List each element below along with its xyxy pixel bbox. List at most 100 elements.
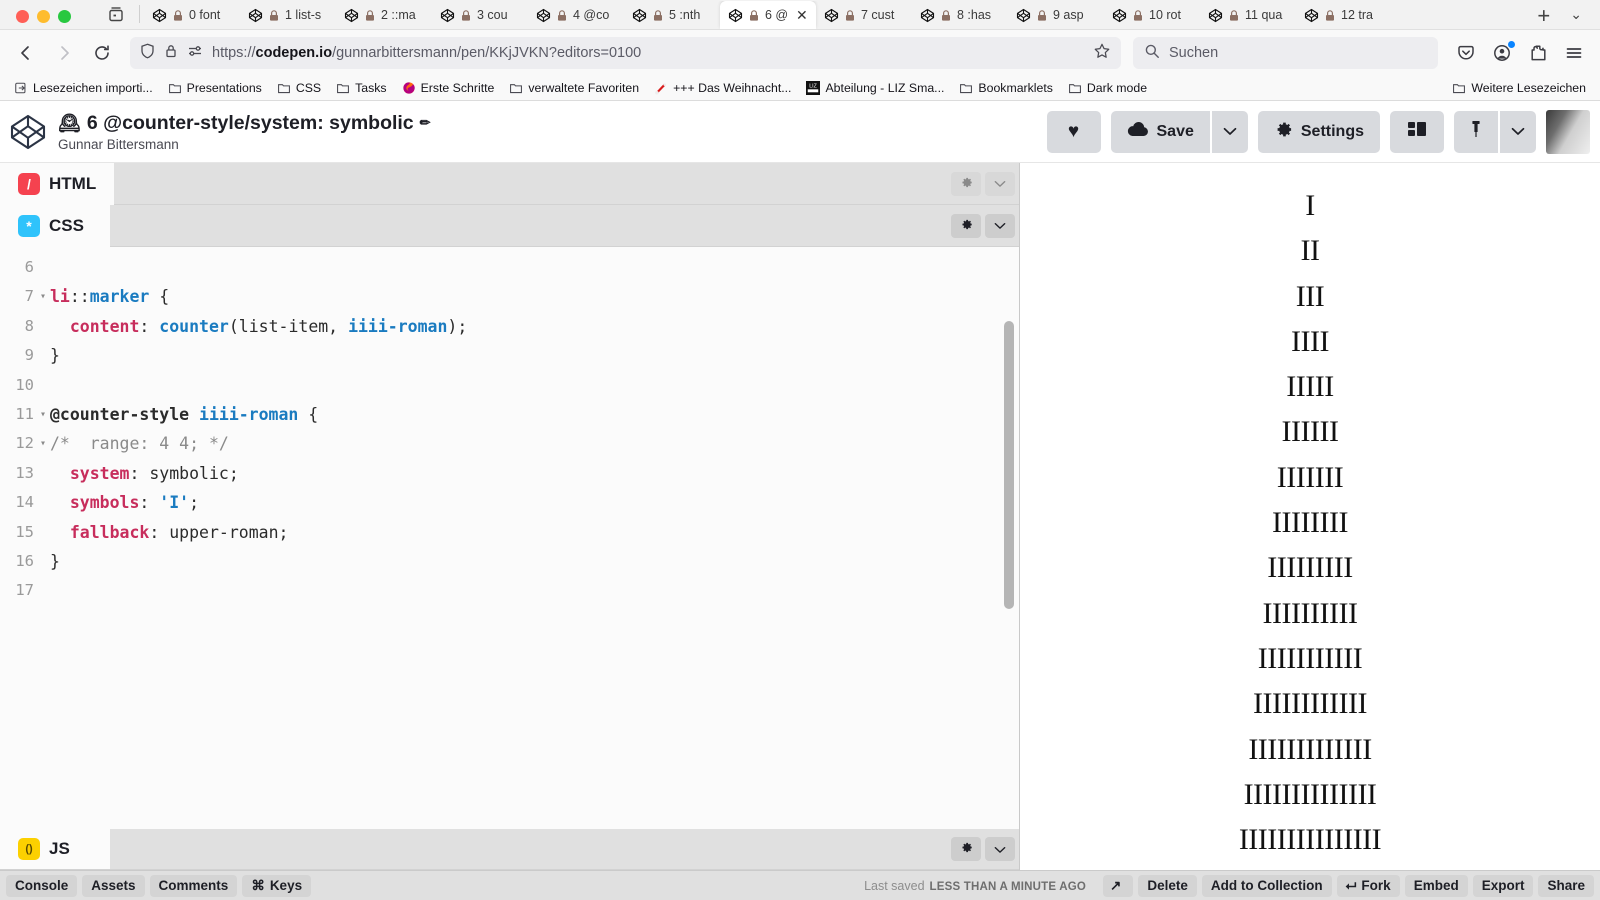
code-line[interactable]: 10 [0, 371, 1019, 400]
footer-embed-button[interactable]: Embed [1404, 874, 1468, 897]
browser-tab-2[interactable]: 2 ::ma [336, 1, 432, 29]
code-line[interactable]: 17 [0, 576, 1019, 605]
close-window-button[interactable] [16, 10, 29, 23]
tab-overflow-button[interactable]: ⌄ [1560, 6, 1596, 29]
close-icon[interactable]: ✕ [796, 8, 808, 22]
code-line[interactable]: 15 fallback: upper-roman; [0, 518, 1019, 547]
browser-tab-12[interactable]: 12 tra [1296, 1, 1392, 29]
page-title[interactable]: 🕰 6 @counter-style/system: symbolic ✏ [58, 112, 1047, 135]
pen-author[interactable]: Gunnar Bittersmann [58, 137, 1047, 152]
footer-delete-button[interactable]: Delete [1138, 874, 1197, 897]
code-line[interactable]: 14 symbols: 'I'; [0, 488, 1019, 517]
tab-js[interactable]: () JS [0, 829, 110, 869]
back-arrow-icon[interactable] [10, 37, 42, 69]
browser-tab-7[interactable]: 7 cust [816, 1, 912, 29]
bookmark-item-1[interactable]: Presentations [162, 79, 268, 97]
code-text[interactable] [50, 253, 1019, 282]
code-line[interactable]: 16} [0, 547, 1019, 576]
avatar[interactable] [1546, 109, 1590, 154]
bookmarks-overflow-button[interactable]: Weitere Lesezeichen [1446, 79, 1592, 97]
code-line[interactable]: 13 system: symbolic; [0, 459, 1019, 488]
editor-vertical-scrollbar[interactable] [1004, 321, 1014, 609]
bookmark-item-8[interactable]: Bookmarklets [953, 79, 1059, 97]
browser-tab-8[interactable]: 8 :has [912, 1, 1008, 29]
tab-css[interactable]: * CSS [0, 204, 110, 247]
code-text[interactable] [50, 576, 1019, 605]
css-code-lines[interactable]: 6 7 ▾ li::marker {8 content: counter(list-i… [0, 247, 1019, 606]
code-line[interactable]: 7 ▾ li::marker { [0, 282, 1019, 311]
code-text[interactable]: li::marker { [50, 282, 1019, 311]
code-line[interactable]: 11 ▾ @counter-style iiii-roman { [0, 400, 1019, 429]
footer-keys-button[interactable]: ⌘ Keys [242, 874, 312, 897]
reload-icon[interactable] [86, 37, 118, 69]
star-icon[interactable] [1093, 42, 1111, 64]
browser-tab-4[interactable]: 4 @co [528, 1, 624, 29]
pin-button[interactable] [1454, 110, 1498, 153]
love-button[interactable]: ♥ [1046, 110, 1101, 153]
search-input[interactable]: Suchen [1169, 45, 1218, 61]
address-bar[interactable]: https://codepen.io/gunnarbittersmann/pen… [130, 36, 1121, 69]
maximize-window-button[interactable] [58, 10, 71, 23]
code-text[interactable]: content: counter(list-item, iiii-roman); [50, 312, 1019, 341]
browser-tab-3[interactable]: 3 cou [432, 1, 528, 29]
hamburger-menu-icon[interactable] [1558, 37, 1590, 69]
browser-tab-6[interactable]: 6 @ ✕ [720, 1, 816, 29]
footer-comments-button[interactable]: Comments [149, 874, 238, 897]
settings-button[interactable]: Settings [1257, 110, 1380, 153]
footer-fork-button[interactable]: ⮠ Fork [1336, 874, 1400, 897]
code-line[interactable]: 12 ▾/* range: 4 4; */ [0, 429, 1019, 458]
shield-icon[interactable] [140, 43, 155, 63]
bookmark-item-4[interactable]: Erste Schritte [396, 79, 501, 97]
layout-button[interactable] [1390, 110, 1444, 153]
code-text[interactable] [50, 371, 1019, 400]
save-options-button[interactable] [1211, 110, 1248, 153]
code-fold-toggle[interactable]: ▾ [36, 429, 50, 458]
account-icon[interactable] [1486, 37, 1518, 69]
codepen-logo-icon[interactable] [8, 112, 48, 152]
browser-tab-1[interactable]: 1 list-s [240, 1, 336, 29]
js-pane-collapse-button[interactable] [985, 837, 1015, 861]
css-pane-collapse-button[interactable] [985, 213, 1015, 238]
extensions-icon[interactable] [1522, 37, 1554, 69]
bookmark-item-9[interactable]: Dark mode [1062, 79, 1153, 97]
pin-options-button[interactable] [1500, 110, 1536, 153]
footer-add-to-collection-button[interactable]: Add to Collection [1201, 874, 1332, 897]
code-text[interactable]: /* range: 4 4; */ [50, 429, 1019, 458]
js-pane-settings-button[interactable] [951, 837, 981, 861]
code-line[interactable]: 6 [0, 253, 1019, 282]
code-text[interactable]: symbols: 'I'; [50, 488, 1019, 517]
window-controls[interactable] [4, 10, 83, 29]
browser-tab-10[interactable]: 10 rot [1104, 1, 1200, 29]
footer-assets-button[interactable]: Assets [82, 874, 145, 897]
bookmark-item-7[interactable]: LIZ Abteilung - LIZ Sma... [800, 79, 950, 97]
bookmark-item-3[interactable]: Tasks [330, 79, 392, 97]
bookmark-item-0[interactable]: Lesezeichen importi... [8, 79, 159, 97]
footer-share-button[interactable]: Share [1538, 874, 1594, 897]
html-pane-collapse-button[interactable] [985, 171, 1015, 196]
css-pane-settings-button[interactable] [951, 213, 981, 238]
browser-tab-0[interactable]: 0 font [144, 1, 240, 29]
bookmark-item-2[interactable]: CSS [271, 79, 327, 97]
code-text[interactable]: @counter-style iiii-roman { [50, 400, 1019, 429]
tab-html[interactable]: / HTML [0, 162, 115, 205]
code-text[interactable]: } [50, 341, 1019, 370]
tab-list-icon[interactable] [103, 3, 129, 25]
new-tab-button[interactable]: + [1525, 5, 1560, 29]
save-button[interactable]: Save [1110, 110, 1210, 153]
code-line[interactable]: 9} [0, 341, 1019, 370]
html-pane-settings-button[interactable] [951, 171, 981, 196]
code-fold-toggle[interactable]: ▾ [36, 400, 50, 429]
bookmark-item-5[interactable]: verwaltete Favoriten [503, 79, 645, 97]
minimize-window-button[interactable] [37, 10, 50, 23]
code-fold-toggle[interactable]: ▾ [36, 282, 50, 311]
bookmark-item-6[interactable]: +++ Das Weihnacht... [648, 79, 797, 97]
browser-tab-5[interactable]: 5 :nth [624, 1, 720, 29]
lock-icon[interactable] [164, 43, 178, 63]
permissions-icon[interactable] [187, 44, 203, 62]
pencil-icon[interactable]: ✏ [420, 115, 431, 131]
footer-export-button[interactable]: Export [1472, 874, 1534, 897]
code-text[interactable]: system: symbolic; [50, 459, 1019, 488]
code-text[interactable]: } [50, 547, 1019, 576]
address-bar-text[interactable]: https://codepen.io/gunnarbittersmann/pen… [212, 45, 1084, 61]
pen-title-text[interactable]: 6 @counter-style/system: symbolic [87, 112, 414, 135]
